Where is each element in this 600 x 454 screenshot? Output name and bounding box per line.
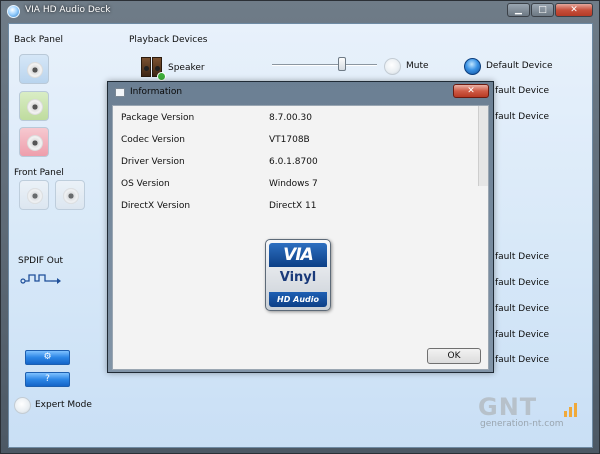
app-icon: [7, 5, 20, 18]
volume-slider-track[interactable]: [272, 64, 377, 66]
settings-tool-button[interactable]: ⚙: [25, 350, 70, 365]
watermark: GNT generation-nt.com: [478, 393, 588, 433]
dialog-content: Package Version 8.7.00.30 Codec Version …: [112, 105, 489, 370]
dialog-title-bar[interactable]: Information ✕: [108, 82, 493, 104]
default-device-radio[interactable]: [464, 58, 481, 75]
vinyl-logo-text: Vinyl: [279, 270, 317, 285]
ok-button[interactable]: OK: [427, 348, 481, 364]
volume-slider-thumb[interactable]: [338, 57, 346, 71]
info-label: Driver Version: [121, 157, 185, 167]
main-window: VIA HD Audio Deck ▁ □ ✕ Back Panel Front…: [0, 0, 600, 454]
mute-label: Mute: [406, 61, 429, 71]
back-panel-label: Back Panel: [14, 35, 63, 45]
info-label: Package Version: [121, 113, 195, 123]
back-jack-pink-icon[interactable]: [19, 127, 49, 157]
info-row-directx: DirectX Version DirectX 11: [121, 201, 481, 215]
default-device-label: Default Device: [486, 61, 553, 71]
info-value: 8.7.00.30: [269, 113, 312, 123]
maximize-button[interactable]: □: [531, 3, 554, 17]
info-row-codec: Codec Version VT1708B: [121, 135, 481, 149]
information-dialog: Information ✕ Package Version 8.7.00.30 …: [107, 81, 494, 373]
default-device-label-4: fault Device: [495, 252, 550, 262]
back-jack-blue-icon[interactable]: [19, 54, 49, 84]
default-device-label-2: fault Device: [495, 86, 550, 96]
info-row-package: Package Version 8.7.00.30: [121, 113, 481, 127]
info-label: OS Version: [121, 179, 170, 189]
default-device-label-8: fault Device: [495, 355, 550, 365]
expert-mode-radio[interactable]: [14, 397, 31, 414]
hd-audio-logo-text: HD Audio: [269, 292, 327, 307]
tool-icon: ⚙: [43, 352, 52, 362]
playback-devices-header: Playback Devices: [129, 35, 208, 45]
check-icon: [157, 72, 166, 81]
front-panel-label: Front Panel: [14, 168, 64, 178]
info-label: Codec Version: [121, 135, 185, 145]
info-value: Windows 7: [269, 179, 318, 189]
via-logo-text: VIA: [269, 243, 327, 267]
info-icon: [115, 88, 125, 97]
expert-mode-label: Expert Mode: [35, 400, 92, 410]
front-jack-pink-icon[interactable]: [19, 180, 49, 210]
dialog-title: Information: [130, 87, 183, 97]
watermark-bars-icon: [564, 399, 582, 417]
minimize-button[interactable]: ▁: [507, 3, 530, 17]
back-jack-green-icon[interactable]: [19, 91, 49, 121]
default-device-label-5: fault Device: [495, 278, 550, 288]
info-value: DirectX 11: [269, 201, 317, 211]
default-device-label-3: fault Device: [495, 112, 550, 122]
info-row-driver: Driver Version 6.0.1.8700: [121, 157, 481, 171]
close-button[interactable]: ✕: [555, 3, 593, 17]
info-value: 6.0.1.8700: [269, 157, 318, 167]
front-jack-green-icon[interactable]: [55, 180, 85, 210]
window-title: VIA HD Audio Deck: [25, 5, 111, 15]
mute-radio[interactable]: [384, 58, 401, 75]
dialog-close-button[interactable]: ✕: [453, 84, 489, 98]
info-row-os: OS Version Windows 7: [121, 179, 481, 193]
main-title-bar[interactable]: VIA HD Audio Deck ▁ □ ✕: [1, 1, 600, 23]
via-vinyl-logo: VIA Vinyl HD Audio: [265, 239, 331, 311]
default-device-label-6: fault Device: [495, 304, 550, 314]
window-controls: ▁ □ ✕: [507, 3, 593, 17]
spdif-icon: [20, 274, 61, 284]
speaker-label: Speaker: [168, 63, 205, 73]
question-icon: ?: [45, 374, 50, 384]
info-label: DirectX Version: [121, 201, 191, 211]
default-device-label-7: fault Device: [495, 330, 550, 340]
info-value: VT1708B: [269, 135, 310, 145]
spdif-label: SPDIF Out: [18, 256, 64, 266]
help-tool-button[interactable]: ?: [25, 372, 70, 387]
watermark-url: generation-nt.com: [480, 419, 564, 429]
watermark-logo-text: GNT: [478, 393, 538, 421]
speaker-icon: [141, 57, 166, 81]
